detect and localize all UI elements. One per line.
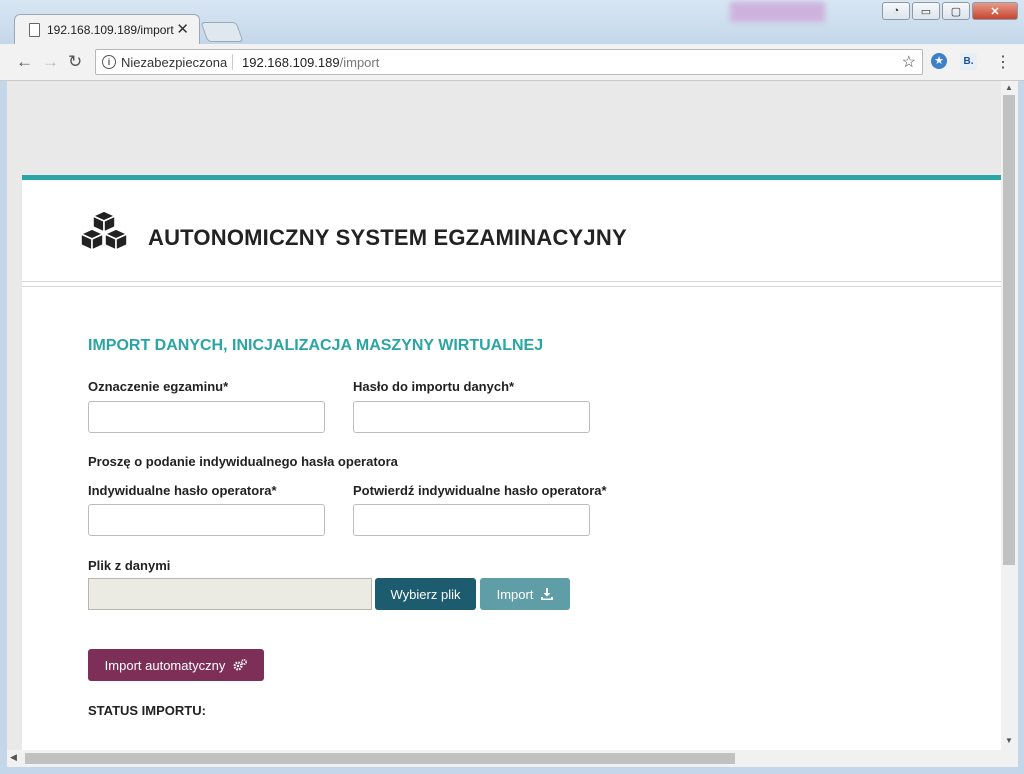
section-title: IMPORT DANYCH, INICJALIZACJA MASZYNY WIR… xyxy=(88,337,544,354)
file-label: Plik z danymi xyxy=(88,558,171,573)
maximize-button[interactable]: ▢ xyxy=(942,2,970,20)
cogs-icon xyxy=(233,659,248,671)
scroll-down-icon[interactable]: ▼ xyxy=(1005,736,1013,745)
file-path-field[interactable] xyxy=(88,578,372,610)
divider xyxy=(22,286,1001,287)
import-password-label: Hasło do importu danych* xyxy=(353,379,515,394)
operator-password-confirm-input[interactable] xyxy=(353,504,590,536)
new-tab-button[interactable] xyxy=(200,22,244,42)
vertical-scroll-thumb[interactable] xyxy=(1003,95,1015,565)
import-button[interactable]: Import xyxy=(480,578,570,610)
header: AUTONOMICZNY SYSTEM EGZAMINACYJNY xyxy=(22,180,1001,280)
horizontal-scrollbar[interactable]: ◀ xyxy=(7,750,1018,767)
tab-close-icon[interactable]: ✕ xyxy=(176,20,189,38)
scroll-up-icon[interactable]: ▲ xyxy=(1005,83,1013,92)
choose-file-label: Wybierz plik xyxy=(390,586,461,602)
main-card: AUTONOMICZNY SYSTEM EGZAMINACYJNY IMPORT… xyxy=(22,175,1001,750)
scroll-left-icon[interactable]: ◀ xyxy=(10,752,17,763)
security-label: Niezabezpieczona xyxy=(121,55,228,70)
window-controls: ◔ ▭ ▢ ✕ xyxy=(882,2,1018,20)
url-host: 192.168.109.189 xyxy=(242,55,340,70)
import-label: Import xyxy=(496,586,534,602)
extension-badge-icon[interactable]: B. xyxy=(960,53,977,70)
address-separator xyxy=(232,54,233,70)
blurred-bookmark xyxy=(730,2,825,22)
bookmark-star-icon[interactable]: ☆ xyxy=(902,52,916,72)
choose-file-button[interactable]: Wybierz plik xyxy=(375,578,476,610)
auto-import-label: Import automatyczny xyxy=(104,657,226,673)
forward-icon[interactable]: → xyxy=(42,52,59,72)
window-frame-bottom xyxy=(0,767,1024,774)
url-path: /import xyxy=(339,55,380,70)
import-password-input[interactable] xyxy=(353,401,590,433)
app-title: AUTONOMICZNY SYSTEM EGZAMINACYJNY xyxy=(148,225,627,250)
close-button[interactable]: ✕ xyxy=(972,2,1018,20)
operator-password-label: Indywidualne hasło operatora* xyxy=(88,483,277,498)
divider xyxy=(22,281,1001,282)
page-viewport: AUTONOMICZNY SYSTEM EGZAMINACYJNY IMPORT… xyxy=(7,81,1001,750)
cubes-logo-icon xyxy=(80,210,128,251)
operator-prompt: Proszę o podanie indywidualnego hasła op… xyxy=(88,454,398,469)
address-bar[interactable]: i Niezabezpieczona 192.168.109.189/impor… xyxy=(95,49,923,75)
window-titlebar: 192.168.109.189/import ✕ ◔ ▭ ▢ ✕ xyxy=(0,0,1024,45)
minimize-button[interactable]: ▭ xyxy=(912,2,940,20)
exam-id-label: Oznaczenie egzaminu* xyxy=(88,379,229,394)
auto-import-button[interactable]: Import automatyczny xyxy=(88,649,264,681)
vertical-scrollbar[interactable]: ▲ ▼ xyxy=(1001,81,1018,750)
menu-icon[interactable]: ⋮ xyxy=(995,52,1011,72)
reload-icon[interactable]: ↻ xyxy=(68,52,82,72)
browser-toolbar: ← → ↻ i Niezabezpieczona 192.168.109.189… xyxy=(0,44,1024,81)
import-status-label: STATUS IMPORTU: xyxy=(88,703,206,718)
user-icon[interactable]: ◔ xyxy=(882,2,910,20)
download-icon xyxy=(541,588,554,600)
window-frame-right xyxy=(1018,81,1024,774)
extension-icon[interactable]: ★ xyxy=(931,53,947,69)
back-icon[interactable]: ← xyxy=(16,52,33,72)
operator-password-confirm-label: Potwierdź indywidualne hasło operatora* xyxy=(353,483,607,498)
page-icon xyxy=(29,23,40,37)
window-frame-left xyxy=(0,81,7,774)
url-text: 192.168.109.189/import xyxy=(242,55,379,70)
exam-id-input[interactable] xyxy=(88,401,325,433)
tab-title: 192.168.109.189/import xyxy=(47,23,174,37)
horizontal-scroll-thumb[interactable] xyxy=(25,753,735,764)
info-icon[interactable]: i xyxy=(102,55,116,69)
browser-tab[interactable]: 192.168.109.189/import ✕ xyxy=(14,14,200,44)
operator-password-input[interactable] xyxy=(88,504,325,536)
